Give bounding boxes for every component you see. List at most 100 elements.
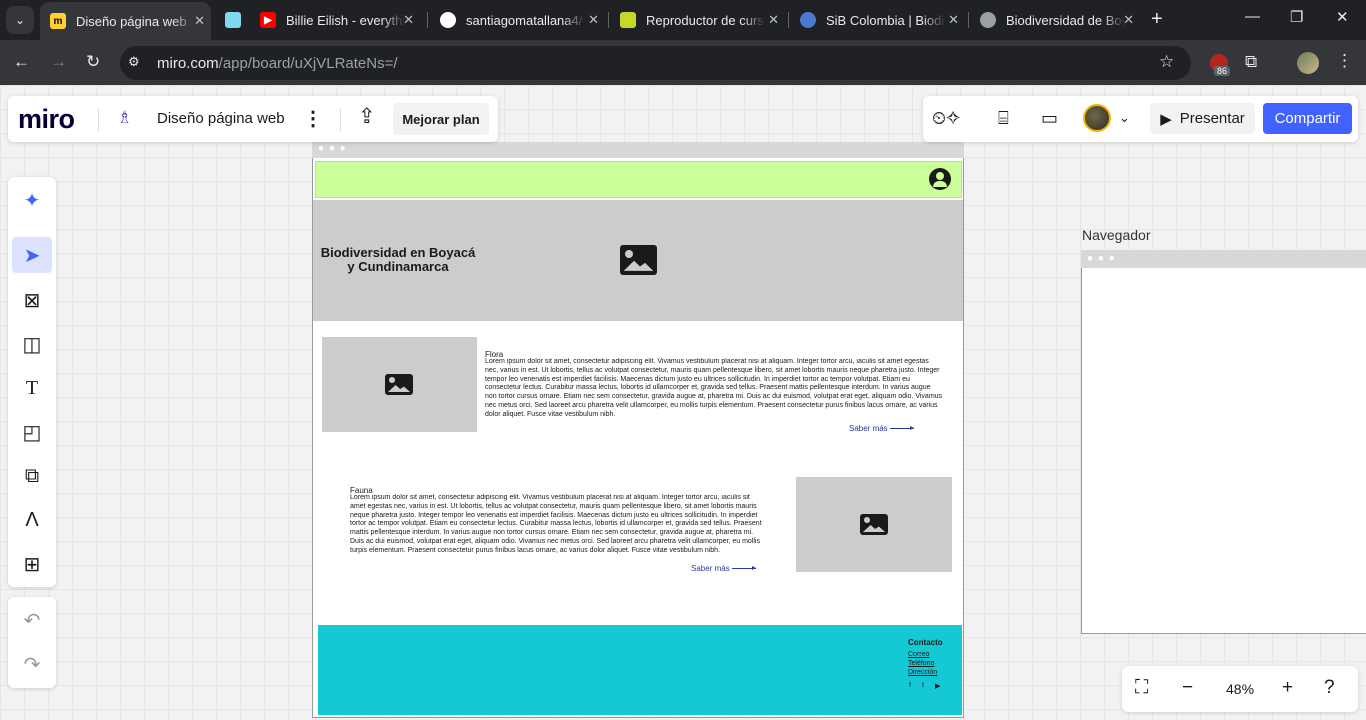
twitter-icon[interactable]: t xyxy=(922,682,924,689)
tab-blank[interactable] xyxy=(215,0,247,40)
youtube-icon[interactable]: ▶ xyxy=(935,682,940,690)
profile-avatar[interactable] xyxy=(1297,52,1319,74)
user-account-icon[interactable] xyxy=(929,168,951,190)
frame-titlebar xyxy=(1081,250,1366,268)
tab-reproductor[interactable]: Reproductor de curs ✕ xyxy=(610,0,785,40)
tab-title: Billie Eilish - everythi xyxy=(286,12,406,28)
arrow-right-icon xyxy=(731,566,756,570)
redo-icon[interactable]: ↷ xyxy=(12,646,52,682)
url-path: /app/board/uXjVLRateNs=/ xyxy=(218,55,398,72)
contact-link-direccion[interactable]: Dirección xyxy=(908,669,937,676)
hero-title: Biodiversidad en Boyacá y Cundinamarca xyxy=(320,245,476,274)
tab-github[interactable]: santiagomatallana4/ ✕ xyxy=(430,0,605,40)
url-text[interactable]: miro.com/app/board/uXjVLRateNs=/ xyxy=(157,55,398,72)
tab-title: Diseño página web xyxy=(76,13,187,29)
extensions-puzzle-icon[interactable]: ⧉ xyxy=(1245,52,1257,72)
board-menu-icon[interactable]: ⋮ xyxy=(303,106,323,131)
image-placeholder-icon xyxy=(860,514,888,535)
tab-title: santiagomatallana4/ xyxy=(466,12,583,28)
miro-favicon-icon: m xyxy=(50,13,66,29)
undo-icon[interactable]: ↶ xyxy=(12,602,52,638)
close-icon[interactable]: ✕ xyxy=(948,12,959,28)
tab-billie-eilish[interactable]: ▶ Billie Eilish - everythi ✕ xyxy=(250,0,420,40)
upgrade-plan-button[interactable]: Mejorar plan xyxy=(393,103,489,135)
divider xyxy=(98,108,99,132)
facebook-icon[interactable]: f xyxy=(909,682,911,689)
zoom-level[interactable]: 48% xyxy=(1226,681,1254,697)
select-cursor-icon[interactable]: ➤ xyxy=(12,237,52,273)
board-icon[interactable]: ♗ xyxy=(117,108,132,128)
flora-saber-mas-link[interactable]: Saber más xyxy=(849,424,914,433)
reactions-icon[interactable]: ⏲✧ xyxy=(932,108,960,129)
reload-icon[interactable]: ↻ xyxy=(86,52,100,72)
link-label: Saber más xyxy=(691,564,730,573)
ai-sparkle-icon[interactable]: ✦ xyxy=(12,182,52,218)
window-dots-icon: ● ● ● xyxy=(318,143,347,154)
forward-icon[interactable]: → xyxy=(50,52,67,72)
globe-icon xyxy=(980,12,996,28)
minimize-icon[interactable]: — xyxy=(1245,8,1260,25)
play-icon: ▶ xyxy=(1160,110,1172,128)
flora-paragraph: Lorem ipsum dolor sit amet, consectetur … xyxy=(485,358,943,418)
fauna-paragraph: Lorem ipsum dolor sit amet, consectetur … xyxy=(350,494,762,554)
restore-icon[interactable]: ❐ xyxy=(1290,8,1303,26)
arrow-right-icon xyxy=(889,426,914,430)
browser-menu-icon[interactable]: ⋮ xyxy=(1336,51,1353,71)
contact-link-telefono[interactable]: Teléfono xyxy=(908,660,934,667)
window-close-icon[interactable]: ✕ xyxy=(1336,8,1349,26)
close-icon[interactable]: ✕ xyxy=(194,13,205,29)
help-icon[interactable]: ? xyxy=(1324,677,1335,699)
zoom-out-icon[interactable]: − xyxy=(1182,677,1193,699)
contact-link-correo[interactable]: Correo xyxy=(908,651,929,658)
wireframe-footer[interactable] xyxy=(318,625,962,715)
tab-divider xyxy=(968,12,969,28)
close-icon[interactable]: ✕ xyxy=(403,12,414,28)
miro-logo[interactable]: miro xyxy=(18,104,75,135)
url-host: miro.com xyxy=(157,55,219,72)
shield-icon xyxy=(620,12,636,28)
tab-biodiversidad[interactable]: Biodiversidad de Boy ✕ xyxy=(970,0,1140,40)
pen-icon[interactable]: Λ xyxy=(12,502,52,538)
shapes-icon[interactable]: ⧉ xyxy=(12,458,52,494)
navigator-frame-label: Navegador xyxy=(1082,227,1151,243)
site-settings-icon[interactable]: ⚙ xyxy=(128,54,140,70)
sticky-note-icon[interactable]: ◰ xyxy=(12,414,52,450)
present-label: Presentar xyxy=(1179,110,1245,127)
text-icon[interactable]: T xyxy=(12,370,52,406)
bookmark-star-icon[interactable]: ☆ xyxy=(1159,52,1174,72)
new-tab-icon[interactable]: + xyxy=(1151,8,1163,31)
tab-search-button[interactable]: ⌄ xyxy=(6,6,34,34)
present-button[interactable]: ▶ Presentar xyxy=(1150,103,1255,134)
link-label: Saber más xyxy=(849,424,888,433)
wireframe-navbar[interactable] xyxy=(315,161,962,198)
zoom-in-icon[interactable]: + xyxy=(1282,677,1293,699)
board-name[interactable]: Diseño página web xyxy=(157,110,285,127)
video-call-icon[interactable]: ▭ xyxy=(1041,108,1058,129)
templates-icon[interactable]: ◫ xyxy=(12,326,52,362)
frame-icon[interactable]: ⊠ xyxy=(12,282,52,318)
frame-titlebar xyxy=(312,142,964,158)
activity-icon[interactable]: ⌸ xyxy=(998,108,1009,129)
share-button[interactable]: Compartir xyxy=(1263,103,1352,134)
back-icon[interactable]: ← xyxy=(13,52,30,72)
close-icon[interactable]: ✕ xyxy=(768,12,779,28)
window-dots-icon: ● ● ● xyxy=(1087,253,1116,264)
avatar[interactable] xyxy=(1083,104,1111,132)
fauna-saber-mas-link[interactable]: Saber más xyxy=(691,564,756,573)
chevron-down-icon[interactable]: ⌄ xyxy=(1119,110,1130,126)
export-icon[interactable]: ⇪ xyxy=(358,104,376,129)
site-favicon-icon xyxy=(225,12,241,28)
image-placeholder-icon xyxy=(620,245,657,275)
more-tools-icon[interactable]: ⊞ xyxy=(12,546,52,582)
close-icon[interactable]: ✕ xyxy=(588,12,599,28)
contact-title: Contacto xyxy=(908,638,943,647)
tab-diseno-pagina-web[interactable]: m Diseño página web ✕ xyxy=(40,2,211,40)
navigator-frame[interactable] xyxy=(1081,250,1366,634)
tab-sib-colombia[interactable]: SiB Colombia | Biodi ✕ xyxy=(790,0,965,40)
tab-title: Reproductor de curs xyxy=(646,12,764,28)
close-icon[interactable]: ✕ xyxy=(1123,12,1134,28)
tab-title: Biodiversidad de Boy xyxy=(1006,12,1126,28)
tab-title: SiB Colombia | Biodi xyxy=(826,12,945,28)
fit-to-screen-icon[interactable]: ⛶ xyxy=(1135,677,1148,699)
youtube-icon: ▶ xyxy=(260,12,276,28)
